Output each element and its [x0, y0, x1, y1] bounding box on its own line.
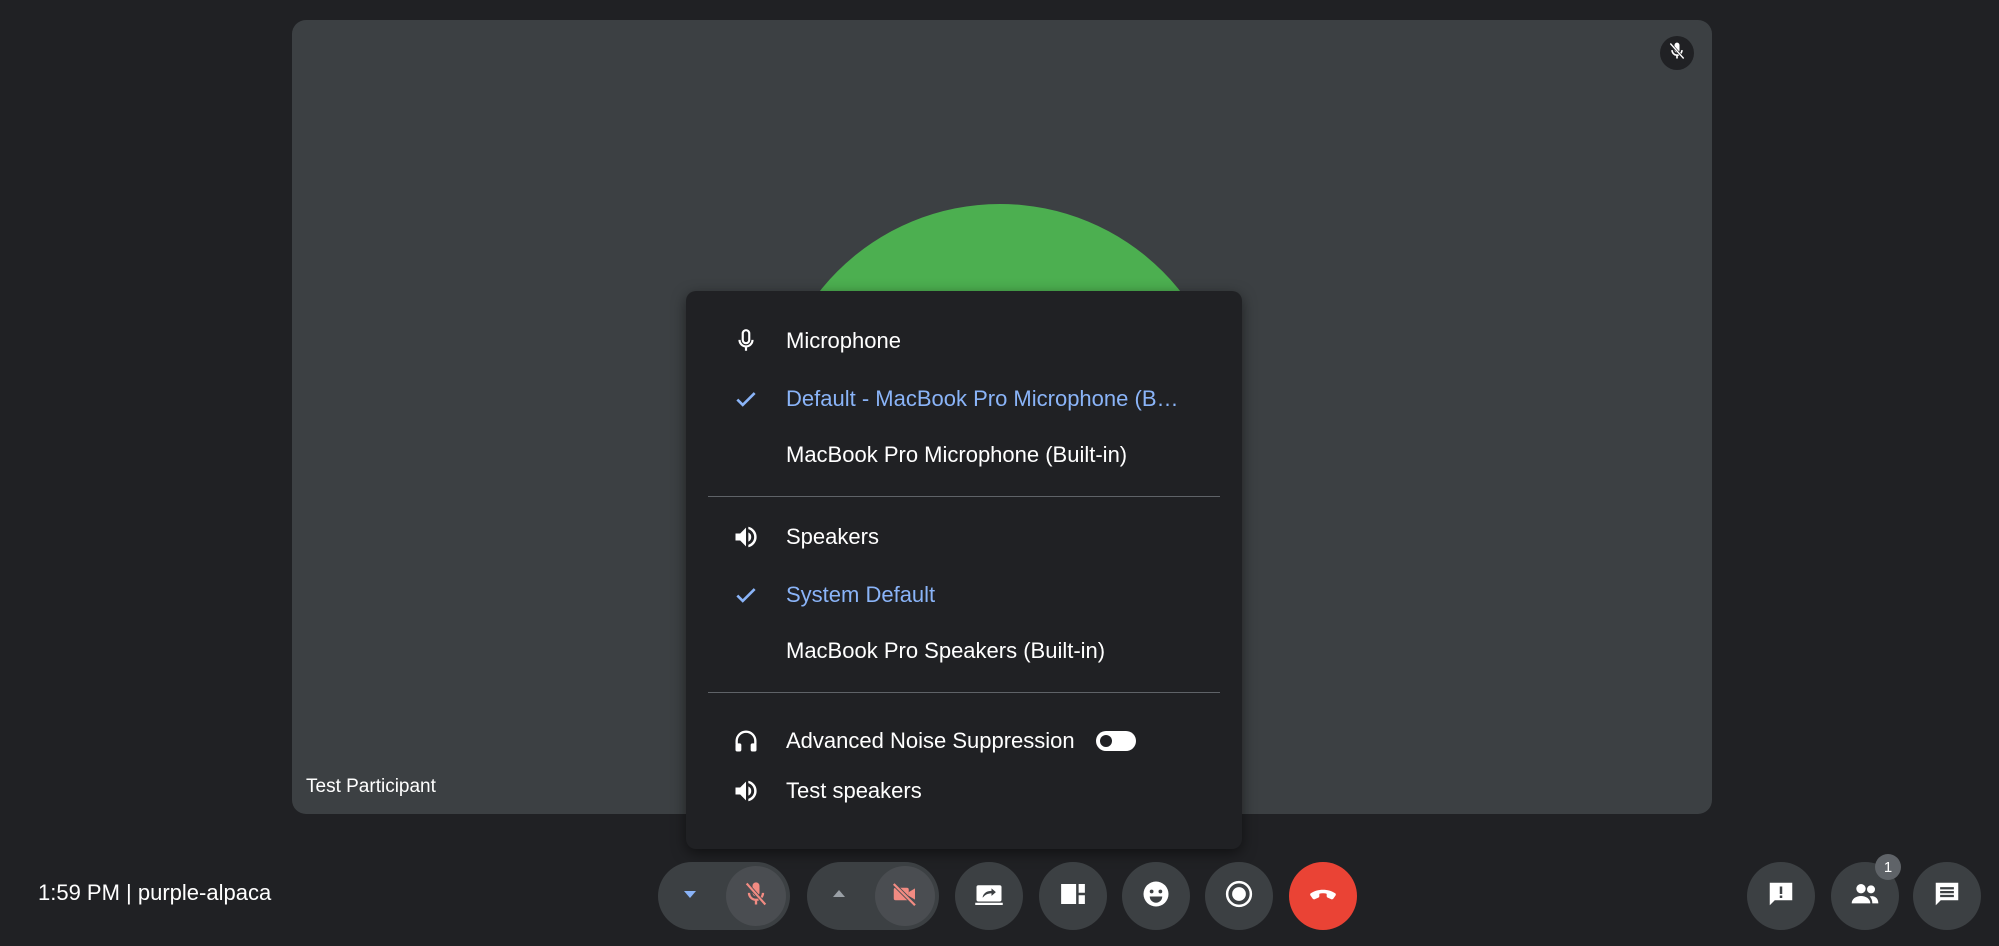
speaker-icon [730, 521, 762, 553]
microphone-section-header: Microphone [686, 317, 1242, 365]
feedback-icon [1766, 879, 1796, 914]
speakers-option-label: MacBook Pro Speakers (Built-in) [786, 638, 1106, 663]
mic-control-group [658, 862, 790, 930]
microphone-option-label: MacBook Pro Microphone (Built-in) [786, 442, 1128, 467]
audio-settings-caret[interactable] [672, 862, 708, 930]
mic-off-icon [742, 880, 770, 913]
present-screen-icon [974, 879, 1004, 914]
meeting-info: 1:59 PM | purple-alpaca [38, 880, 272, 905]
caret-down-icon [682, 887, 698, 905]
camera-toggle-button[interactable] [875, 866, 935, 926]
reactions-button[interactable] [1122, 862, 1190, 930]
microphone-header-label: Microphone [786, 328, 901, 353]
end-call-button[interactable] [1289, 862, 1357, 930]
menu-divider [708, 692, 1220, 693]
video-settings-caret[interactable] [821, 862, 857, 930]
menu-divider [708, 496, 1220, 497]
emoji-icon [1141, 879, 1171, 914]
microphone-icon [730, 325, 762, 357]
noise-suppression-row[interactable]: Advanced Noise Suppression [686, 717, 1242, 765]
test-speakers-row[interactable]: Test speakers [686, 767, 1242, 815]
speaker-icon [730, 775, 762, 807]
noise-suppression-toggle[interactable] [1096, 731, 1136, 751]
feedback-button[interactable] [1747, 862, 1815, 930]
participant-muted-indicator [1660, 36, 1694, 70]
participants-button[interactable]: 1 [1831, 854, 1901, 930]
mic-off-icon [1667, 41, 1687, 66]
mic-toggle-button[interactable] [726, 866, 786, 926]
camera-off-icon [890, 879, 920, 914]
audio-settings-menu: Microphone Default - MacBook Pro Microph… [686, 291, 1242, 849]
participant-name: Test Participant [306, 776, 436, 797]
present-screen-button[interactable] [955, 862, 1023, 930]
chat-icon [1932, 879, 1962, 914]
speakers-option-system-default[interactable]: System Default [686, 571, 1242, 619]
noise-suppression-label: Advanced Noise Suppression [786, 728, 1075, 753]
speakers-section-header: Speakers [686, 513, 1242, 561]
toggle-knob [1100, 735, 1112, 747]
check-icon [730, 579, 762, 611]
test-speakers-label: Test speakers [786, 778, 922, 803]
people-icon [1849, 878, 1881, 915]
record-button[interactable] [1205, 862, 1273, 930]
chat-button[interactable] [1913, 862, 1981, 930]
speakers-option-builtin[interactable]: MacBook Pro Speakers (Built-in) [686, 627, 1242, 675]
layout-icon [1058, 879, 1088, 914]
microphone-option-default[interactable]: Default - MacBook Pro Microphone (B… [686, 375, 1242, 423]
layout-button[interactable] [1039, 862, 1107, 930]
camera-control-group [807, 862, 939, 930]
microphone-option-label: Default - MacBook Pro Microphone (B… [786, 386, 1179, 411]
record-icon [1224, 879, 1254, 914]
speakers-header-label: Speakers [786, 524, 879, 549]
meeting-screen: Test Participant Microphone Default - Ma… [0, 0, 1999, 946]
end-call-icon [1306, 877, 1340, 916]
participant-count-badge: 1 [1875, 854, 1901, 880]
microphone-option-builtin[interactable]: MacBook Pro Microphone (Built-in) [686, 431, 1242, 479]
headphones-icon [730, 725, 762, 757]
check-icon [730, 383, 762, 415]
caret-up-icon [831, 887, 847, 905]
speakers-option-label: System Default [786, 582, 936, 607]
